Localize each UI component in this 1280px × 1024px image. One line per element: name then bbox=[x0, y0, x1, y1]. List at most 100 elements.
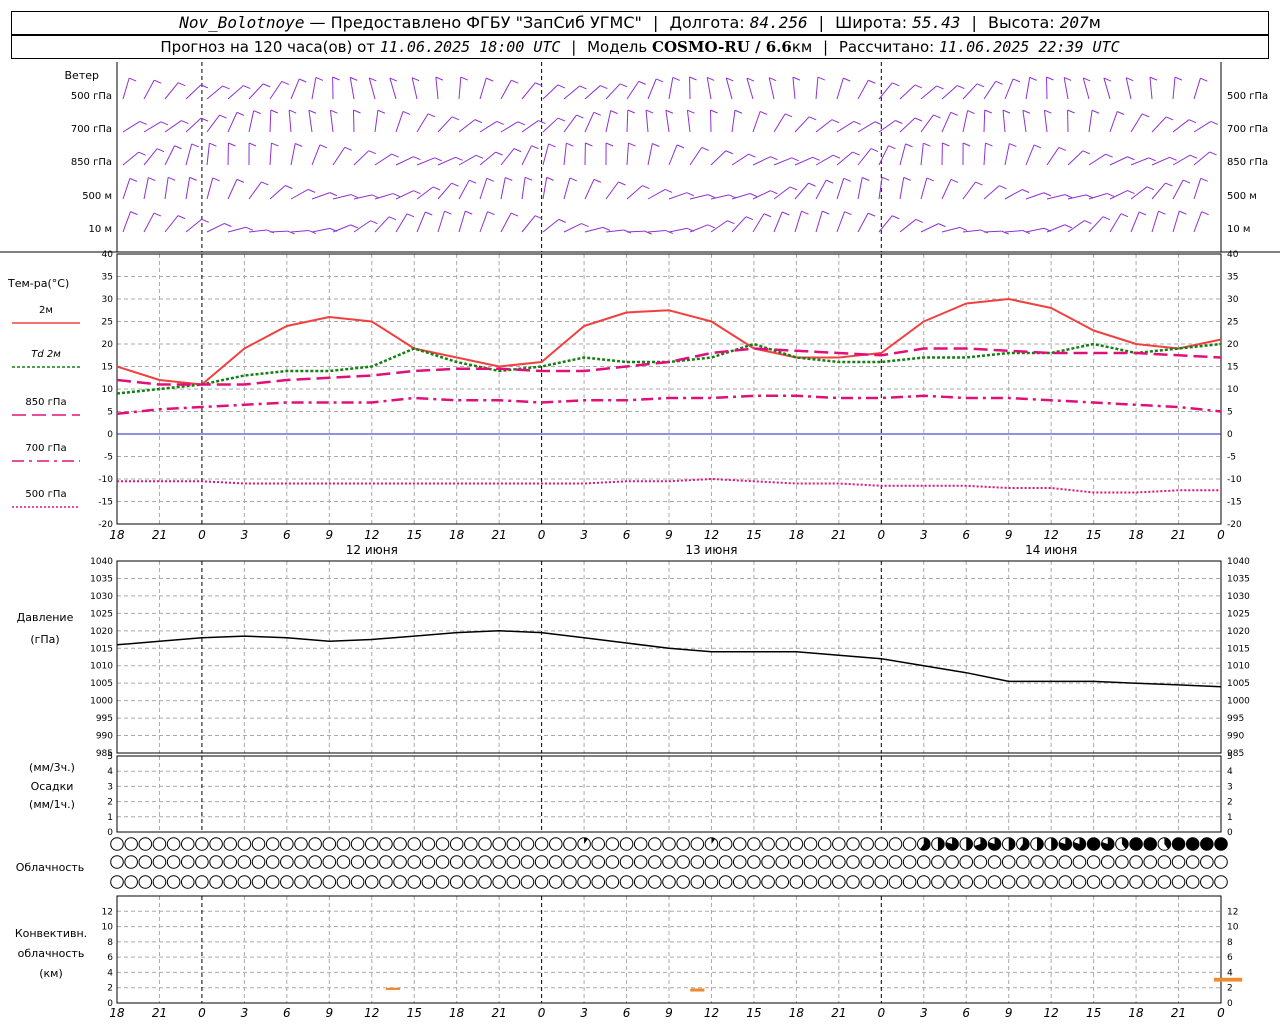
wind-barb bbox=[1025, 144, 1042, 166]
wind-barb bbox=[668, 144, 685, 166]
cloud-circle bbox=[591, 875, 606, 889]
pressure-ytick-left: 1010 bbox=[90, 662, 113, 672]
cloud-circle bbox=[803, 837, 818, 851]
wind-barb-staff bbox=[458, 179, 470, 200]
cloud-circle bbox=[846, 855, 860, 869]
wind-barb-staff bbox=[962, 181, 976, 200]
wind-barb bbox=[1109, 190, 1135, 200]
time-tick: 9 bbox=[325, 1006, 333, 1020]
wind-level-label-right: 500 гПа bbox=[1227, 91, 1268, 102]
wind-barb-flag bbox=[451, 182, 459, 187]
cloud-circle bbox=[350, 875, 365, 889]
wind-barb-staff bbox=[1046, 147, 1060, 166]
wind-barb-flag bbox=[914, 117, 923, 122]
wind-barb bbox=[605, 110, 618, 133]
wind-barb-staff bbox=[521, 215, 536, 233]
time-tick: 9 bbox=[665, 1006, 673, 1020]
pressure-ytick-left: 1000 bbox=[90, 697, 113, 707]
time-tick: 12 bbox=[1044, 1006, 1059, 1020]
temp-ytick-right: -10 bbox=[1227, 475, 1242, 485]
cloud-circle-outline bbox=[464, 855, 478, 869]
wind-barb bbox=[941, 226, 968, 233]
wind-barb-flag bbox=[271, 142, 279, 147]
pressure-ytick-left: 1030 bbox=[90, 592, 113, 602]
wind-barb bbox=[458, 179, 477, 200]
wind-barb bbox=[479, 77, 494, 100]
cloud-circle-outline bbox=[350, 837, 365, 851]
wind-barb-flag bbox=[791, 157, 799, 162]
cloud-circle bbox=[577, 875, 591, 889]
wind-barb-staff bbox=[731, 216, 747, 233]
wind-barb-flag bbox=[406, 213, 415, 218]
cloud-circle-fill bbox=[1051, 837, 1058, 851]
pressure-ytick-left: 1025 bbox=[90, 609, 113, 619]
cloud-circle bbox=[718, 837, 733, 851]
wind-barb bbox=[605, 83, 628, 100]
cloud-circle bbox=[237, 837, 252, 851]
wind-barb-staff bbox=[395, 213, 408, 233]
cloud-circle-outline bbox=[435, 837, 450, 851]
wind-barb-flag bbox=[486, 77, 494, 82]
cloud-circle bbox=[718, 855, 733, 869]
wind-barb-flag bbox=[392, 193, 401, 198]
wind-barb bbox=[164, 120, 189, 133]
wind-barb bbox=[773, 113, 793, 133]
wind-barb-staff bbox=[395, 156, 414, 166]
cloud-circle bbox=[195, 837, 209, 851]
wind-barb-staff bbox=[311, 227, 331, 233]
cloud-circle-outline bbox=[520, 875, 535, 889]
wind-barb-flag bbox=[189, 176, 197, 181]
cloud-circle bbox=[619, 875, 634, 889]
cloud-circle bbox=[138, 837, 153, 851]
wind-barb-staff bbox=[143, 177, 149, 200]
temp-ytick-right: 10 bbox=[1227, 385, 1239, 395]
pressure-ylabel-unit: (гПа) bbox=[30, 633, 59, 646]
cloud-circle-outline bbox=[435, 855, 450, 869]
wind-barb-flag bbox=[817, 76, 826, 81]
wind-barb-flag bbox=[936, 85, 944, 90]
wind-barb bbox=[899, 117, 923, 133]
cloud-circle bbox=[987, 855, 1002, 869]
cloud-circle-outline bbox=[124, 875, 138, 889]
wind-barb-staff bbox=[1004, 78, 1014, 100]
cloud-circle-outline bbox=[945, 855, 959, 869]
time-tick: 12 bbox=[704, 1006, 719, 1020]
cloud-circle-fill bbox=[1143, 837, 1157, 851]
wind-barb bbox=[941, 142, 950, 166]
wind-barb-flag bbox=[892, 82, 900, 87]
wind-barb bbox=[352, 109, 361, 133]
pressure-ytick-right: 1020 bbox=[1227, 627, 1250, 637]
precip-ytick-right: 5 bbox=[1227, 752, 1233, 762]
cloud-circle-outline bbox=[548, 855, 563, 869]
wind-barb-flag bbox=[975, 181, 983, 186]
wind-barb-flag bbox=[995, 80, 1003, 85]
wind-barb bbox=[920, 114, 941, 133]
cloud-circle-outline bbox=[832, 875, 846, 889]
wind-barb bbox=[416, 157, 442, 166]
cloud-circle bbox=[1157, 855, 1172, 869]
cloud-circle bbox=[662, 855, 676, 869]
wind-barb-staff bbox=[227, 179, 238, 200]
date-label: 12 июня bbox=[346, 543, 398, 557]
wind-barb-flag bbox=[486, 177, 495, 182]
wind-barb-flag bbox=[938, 223, 946, 228]
cloud-circle bbox=[251, 875, 266, 889]
wind-barb bbox=[731, 216, 754, 233]
cloud-circle bbox=[1001, 875, 1016, 889]
cloud-circle-outline bbox=[478, 875, 492, 889]
wind-barb bbox=[435, 76, 444, 100]
cloud-circle-fill bbox=[1129, 837, 1143, 851]
wind-barb-staff bbox=[1193, 151, 1210, 166]
cloud-circle bbox=[648, 855, 662, 869]
wind-barb bbox=[1151, 182, 1173, 200]
precip-ytick-left: 5 bbox=[107, 752, 113, 762]
cloud-circle bbox=[280, 837, 294, 851]
cloud-circle bbox=[973, 875, 988, 889]
wind-barb-staff bbox=[962, 83, 978, 100]
cloud-circle-fill bbox=[1172, 837, 1185, 851]
wind-barb-staff bbox=[689, 147, 703, 166]
wind-barb bbox=[248, 83, 271, 100]
wind-barb-flag bbox=[1189, 154, 1198, 159]
cloud-circle-outline bbox=[548, 837, 563, 851]
cloud-circle bbox=[1129, 855, 1143, 869]
